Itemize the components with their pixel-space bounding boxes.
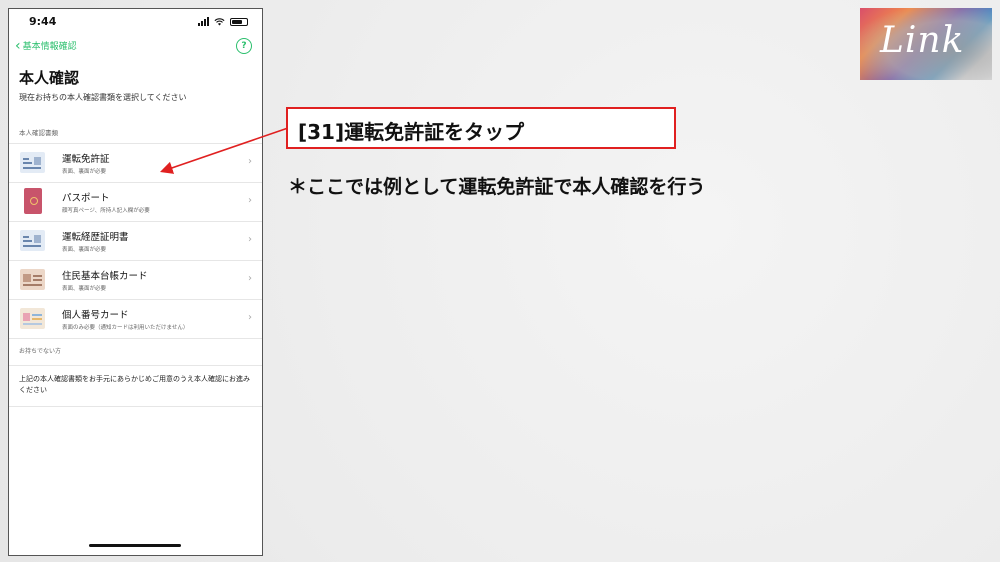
document-item-driving-record[interactable]: 運転経歴証明書 表面、裏面が必要 › bbox=[9, 222, 262, 261]
document-item-resident-card[interactable]: 住民基本台帳カード 表面、裏面が必要 › bbox=[9, 261, 262, 300]
help-icon[interactable]: ? bbox=[236, 38, 252, 54]
document-name: 運転経歴証明書 bbox=[62, 232, 129, 243]
my-number-card-icon bbox=[20, 308, 45, 329]
document-item-passport[interactable]: パスポート 顔写真ページ、所持人記入欄が必要 › bbox=[9, 183, 262, 222]
signal-icon bbox=[198, 17, 209, 26]
section-label: 本人確認書類 bbox=[19, 129, 58, 137]
passport-icon bbox=[24, 188, 42, 214]
document-note: 表面のみ必要（通知カードは利用いただけません） bbox=[62, 325, 189, 331]
note-text: ＊ここでは例として運転免許証で本人確認を行う bbox=[288, 176, 706, 198]
chevron-right-icon: › bbox=[248, 234, 252, 245]
status-icons bbox=[198, 17, 248, 26]
no-document-label: お持ちでない方 bbox=[19, 348, 62, 355]
link-logo: Link bbox=[860, 8, 992, 80]
document-name: 住民基本台帳カード bbox=[62, 271, 148, 282]
drivers-license-icon bbox=[20, 152, 45, 173]
chevron-right-icon: › bbox=[248, 273, 252, 284]
chevron-right-icon: › bbox=[248, 195, 252, 206]
document-name: パスポート bbox=[62, 193, 110, 204]
back-label: 基本情報確認 bbox=[22, 42, 77, 52]
back-button[interactable]: ‹ 基本情報確認 bbox=[15, 37, 77, 54]
driving-record-icon bbox=[20, 230, 45, 251]
chevron-right-icon: › bbox=[248, 312, 252, 323]
status-time: 9:44 bbox=[29, 15, 57, 28]
document-name: 個人番号カード bbox=[62, 310, 129, 321]
document-item-drivers-license[interactable]: 運転免許証 表面、裏面が必要 › bbox=[9, 144, 262, 183]
instruction-text: [31]運転免許証をタップ bbox=[298, 120, 525, 144]
status-bar: 9:44 bbox=[9, 9, 262, 35]
home-indicator bbox=[89, 544, 181, 547]
document-note: 表面、裏面が必要 bbox=[62, 286, 107, 292]
instruction-callout: [31]運転免許証をタップ bbox=[286, 107, 676, 149]
logo-text: Link bbox=[880, 20, 965, 61]
no-document-text: 上記の本人確認書類をお手元にあらかじめご用意のうえ本人確認にお進みください bbox=[9, 365, 262, 407]
wifi-icon bbox=[214, 17, 225, 26]
resident-card-icon bbox=[20, 269, 45, 290]
battery-icon bbox=[230, 17, 248, 26]
page-subtitle: 現在お持ちの本人確認書類を選択してください bbox=[19, 93, 187, 102]
document-note: 顔写真ページ、所持人記入欄が必要 bbox=[62, 208, 150, 214]
document-item-my-number-card[interactable]: 個人番号カード 表面のみ必要（通知カードは利用いただけません） › bbox=[9, 300, 262, 339]
document-note: 表面、裏面が必要 bbox=[62, 169, 107, 175]
phone-screenshot: 9:44 ‹ 基本情報確認 ? 本人確認 現在お持ちの本人確認書類を選択してくだ… bbox=[8, 8, 263, 556]
chevron-left-icon: ‹ bbox=[15, 37, 21, 54]
document-note: 表面、裏面が必要 bbox=[62, 247, 107, 253]
page-title: 本人確認 bbox=[19, 69, 80, 87]
document-list: 運転免許証 表面、裏面が必要 › パスポート 顔写真ページ、所持人記入欄が必要 … bbox=[9, 143, 262, 339]
nav-bar: ‹ 基本情報確認 ? bbox=[9, 35, 262, 59]
chevron-right-icon: › bbox=[248, 156, 252, 167]
document-name: 運転免許証 bbox=[62, 154, 110, 165]
